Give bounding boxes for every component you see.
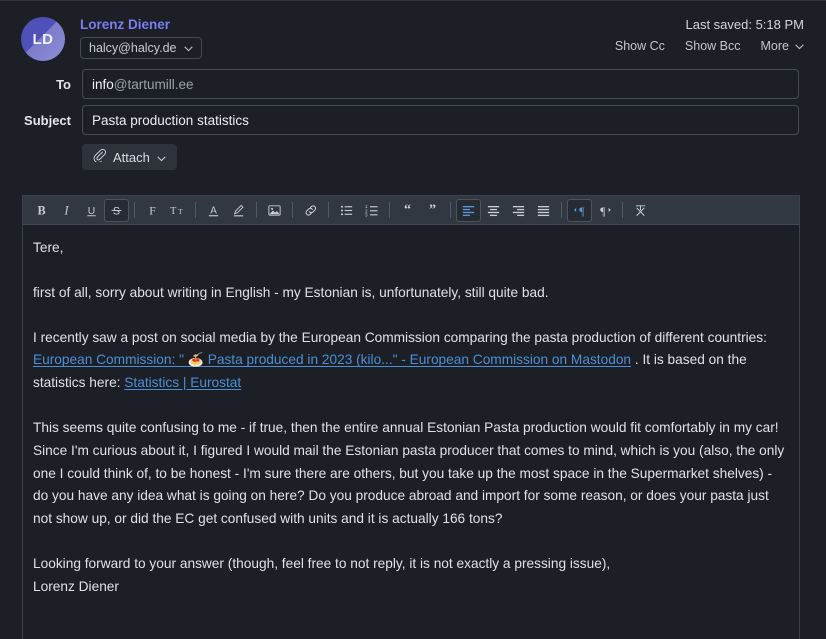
avatar-initials: LD xyxy=(32,30,54,48)
formatting-toolbar: B I U S F T T A 1 2 3 “ ” ¶ ¶ xyxy=(23,196,799,225)
blockquote-open-button[interactable]: “ xyxy=(395,199,420,222)
show-bcc-button[interactable]: Show Bcc xyxy=(685,39,741,53)
mastodon-post-link[interactable]: European Commission: " 🍝 Pasta produced … xyxy=(33,352,631,367)
to-input[interactable]: info @tartumill.ee xyxy=(82,69,799,99)
to-field-row: To info @tartumill.ee xyxy=(0,69,826,99)
message-body[interactable]: Tere, first of all, sorry about writing … xyxy=(23,225,799,639)
align-center-button[interactable] xyxy=(481,199,506,222)
strikethrough-button[interactable]: S xyxy=(104,198,129,222)
avatar: LD xyxy=(21,17,65,61)
toolbar-separator xyxy=(450,202,451,218)
header-right-actions: Last saved: 5:18 PM Show Cc Show Bcc Mor… xyxy=(615,17,812,53)
svg-text:A: A xyxy=(210,205,217,216)
editor-panel: B I U S F T T A 1 2 3 “ ” ¶ ¶ Tere, firs… xyxy=(22,195,800,639)
sender-name[interactable]: Lorenz Diener xyxy=(80,17,202,33)
blockquote-close-button[interactable]: ” xyxy=(420,199,445,222)
highlight-color-button[interactable] xyxy=(226,199,251,222)
svg-text:¶: ¶ xyxy=(579,204,585,217)
svg-text:T: T xyxy=(170,206,177,217)
paperclip-icon xyxy=(93,148,107,165)
svg-text:B: B xyxy=(37,203,45,217)
svg-text:I: I xyxy=(63,203,69,217)
toolbar-separator xyxy=(389,202,390,218)
subject-label: Subject xyxy=(24,112,71,128)
numbered-list-button[interactable]: 1 2 3 xyxy=(359,199,384,222)
underline-button[interactable]: U xyxy=(79,199,104,222)
align-justify-button[interactable] xyxy=(531,199,556,222)
subject-input[interactable]: Pasta production statistics xyxy=(82,105,799,135)
insert-image-button[interactable] xyxy=(262,199,287,222)
toolbar-separator xyxy=(328,202,329,218)
toolbar-separator xyxy=(134,202,135,218)
spaghetti-emoji: 🍝 xyxy=(187,352,204,368)
subject-field-row: Subject Pasta production statistics xyxy=(0,105,826,135)
compose-header: LD Lorenz Diener halcy@halcy.de Last sav… xyxy=(0,1,826,63)
body-signoff: Looking forward to your answer (though, … xyxy=(33,553,785,599)
signoff-line-2: Lorenz Diener xyxy=(33,578,119,594)
header-action-links: Show Cc Show Bcc More xyxy=(615,39,804,53)
recipient-local-part: info xyxy=(92,76,114,92)
font-size-button[interactable]: T T xyxy=(165,199,190,222)
svg-text:T: T xyxy=(178,208,183,216)
eurostat-link[interactable]: Statistics | Eurostat xyxy=(124,375,241,390)
svg-text:¶: ¶ xyxy=(600,204,606,217)
attach-label: Attach xyxy=(113,149,150,165)
insert-link-button[interactable] xyxy=(298,199,323,222)
svg-text:3: 3 xyxy=(364,212,367,217)
align-right-button[interactable] xyxy=(506,199,531,222)
attach-spacer xyxy=(14,144,82,170)
direction-ltr-button[interactable]: ¶ xyxy=(567,198,592,222)
chevron-down-icon xyxy=(795,39,804,53)
toolbar-separator xyxy=(622,202,623,218)
link-text-pre: European Commission: " xyxy=(33,352,188,368)
show-cc-button[interactable]: Show Cc xyxy=(615,39,665,53)
italic-button[interactable]: I xyxy=(54,199,79,222)
font-family-button[interactable]: F xyxy=(140,199,165,222)
chevron-down-icon xyxy=(157,150,166,165)
svg-text:U: U xyxy=(88,205,95,216)
toolbar-separator xyxy=(256,202,257,218)
more-label: More xyxy=(760,39,789,53)
identity-email: halcy@halcy.de xyxy=(89,41,177,55)
signoff-line-1: Looking forward to your answer (though, … xyxy=(33,555,611,571)
link-text-post: Pasta produced in 2023 (kilo..." - Europ… xyxy=(203,352,632,368)
body-text: I recently saw a post on social media by… xyxy=(33,329,767,345)
identity-block: Lorenz Diener halcy@halcy.de xyxy=(80,17,202,59)
align-left-button[interactable] xyxy=(456,198,481,222)
toolbar-separator xyxy=(195,202,196,218)
bullet-list-button[interactable] xyxy=(334,199,359,222)
toolbar-separator xyxy=(292,202,293,218)
svg-text:F: F xyxy=(149,204,156,217)
recipient-domain-part: @tartumill.ee xyxy=(113,76,194,92)
text-color-button[interactable]: A xyxy=(201,199,226,222)
chevron-down-icon xyxy=(183,41,193,55)
svg-text:S: S xyxy=(113,205,120,217)
svg-text:”: ” xyxy=(429,203,436,217)
compose-email-window: LD Lorenz Diener halcy@halcy.de Last sav… xyxy=(0,0,826,639)
clear-formatting-button[interactable] xyxy=(628,199,653,222)
svg-text:“: “ xyxy=(404,203,411,217)
last-saved-status: Last saved: 5:18 PM xyxy=(685,17,804,32)
attach-button[interactable]: Attach xyxy=(82,144,177,170)
body-paragraph-with-links: I recently saw a post on social media by… xyxy=(33,327,785,395)
body-paragraph: first of all, sorry about writing in Eng… xyxy=(33,284,549,300)
body-paragraph: This seems quite confusing to me - if tr… xyxy=(33,419,785,527)
more-button[interactable]: More xyxy=(761,39,804,53)
direction-rtl-button[interactable]: ¶ xyxy=(592,199,617,222)
toolbar-separator xyxy=(561,202,562,218)
body-paragraph: Tere, xyxy=(33,240,64,255)
bold-button[interactable]: B xyxy=(29,199,54,222)
identity-select[interactable]: halcy@halcy.de xyxy=(80,37,202,59)
to-label: To xyxy=(56,76,71,92)
attach-row: Attach xyxy=(0,144,826,170)
